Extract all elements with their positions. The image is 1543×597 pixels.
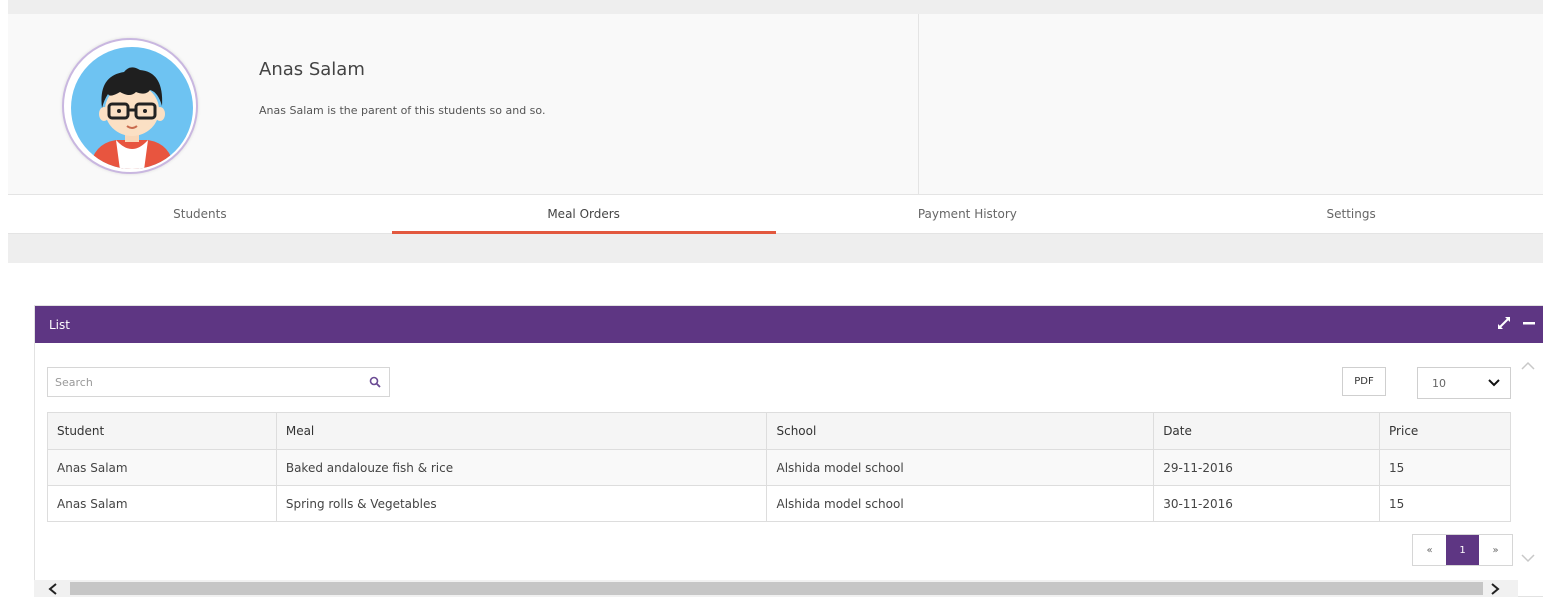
profile-name: Anas Salam [259,59,365,80]
tab-bar: Students Meal Orders Payment History Set… [8,195,1543,234]
list-panel: List PDF 10 [34,305,1543,597]
pagination-prev-button[interactable]: « [1413,535,1446,565]
top-strip [8,0,1543,14]
page-size-value: 10 [1432,376,1446,390]
avatar [62,38,198,174]
panel-header: List [35,306,1543,343]
column-header-school[interactable]: School [766,412,1155,450]
profile-card: Anas Salam Anas Salam is the parent of t… [8,14,1543,195]
search-input[interactable] [48,368,361,396]
cell-student: Anas Salam [47,449,277,486]
cell-school: Alshida model school [766,449,1155,486]
column-header-student[interactable]: Student [47,412,277,450]
minimize-icon[interactable] [1523,316,1535,333]
cell-student: Anas Salam [47,485,277,522]
meal-orders-table: Student Meal School Date Price Anas Sala… [47,412,1511,522]
column-header-date[interactable]: Date [1153,412,1381,450]
scroll-left-icon[interactable] [48,580,58,597]
pagination-page-1[interactable]: 1 [1446,535,1479,565]
tab-settings[interactable]: Settings [1159,195,1543,233]
search-icon[interactable] [361,376,389,388]
tab-payment-history[interactable]: Payment History [776,195,1160,233]
table-row[interactable]: Anas Salam Baked andalouze fish & rice A… [47,449,1511,486]
pagination-next-button[interactable]: » [1479,535,1512,565]
table-header-row: Student Meal School Date Price [47,412,1511,450]
cell-meal: Spring rolls & Vegetables [275,485,768,522]
horizontal-scrollbar[interactable] [34,580,1518,597]
cell-price: 15 [1379,485,1511,522]
profile-description: Anas Salam is the parent of this student… [259,104,546,117]
column-header-price[interactable]: Price [1379,412,1511,450]
cell-date: 30-11-2016 [1153,485,1381,522]
search-box [47,367,390,397]
cell-price: 15 [1379,449,1511,486]
scroll-up-icon[interactable] [1521,356,1535,375]
avatar-illustration [71,47,193,169]
scroll-right-icon[interactable] [1490,580,1500,597]
tab-meal-orders[interactable]: Meal Orders [391,195,776,234]
profile-side-panel [918,14,1543,194]
pdf-export-button[interactable]: PDF [1342,367,1386,396]
chevron-down-icon [1488,377,1500,390]
table-row[interactable]: Anas Salam Spring rolls & Vegetables Als… [47,485,1511,522]
page-size-select[interactable]: 10 [1417,367,1511,399]
cell-meal: Baked andalouze fish & rice [275,449,768,486]
cell-school: Alshida model school [766,485,1155,522]
column-header-meal[interactable]: Meal [275,412,768,450]
panel-title: List [49,317,70,332]
expand-icon[interactable] [1497,316,1511,333]
section-divider [8,234,1543,263]
cell-date: 29-11-2016 [1153,449,1381,486]
scrollbar-thumb[interactable] [70,582,1483,595]
tab-students[interactable]: Students [8,195,392,233]
scroll-down-icon[interactable] [1521,548,1535,567]
pagination: « 1 » [1412,534,1513,566]
